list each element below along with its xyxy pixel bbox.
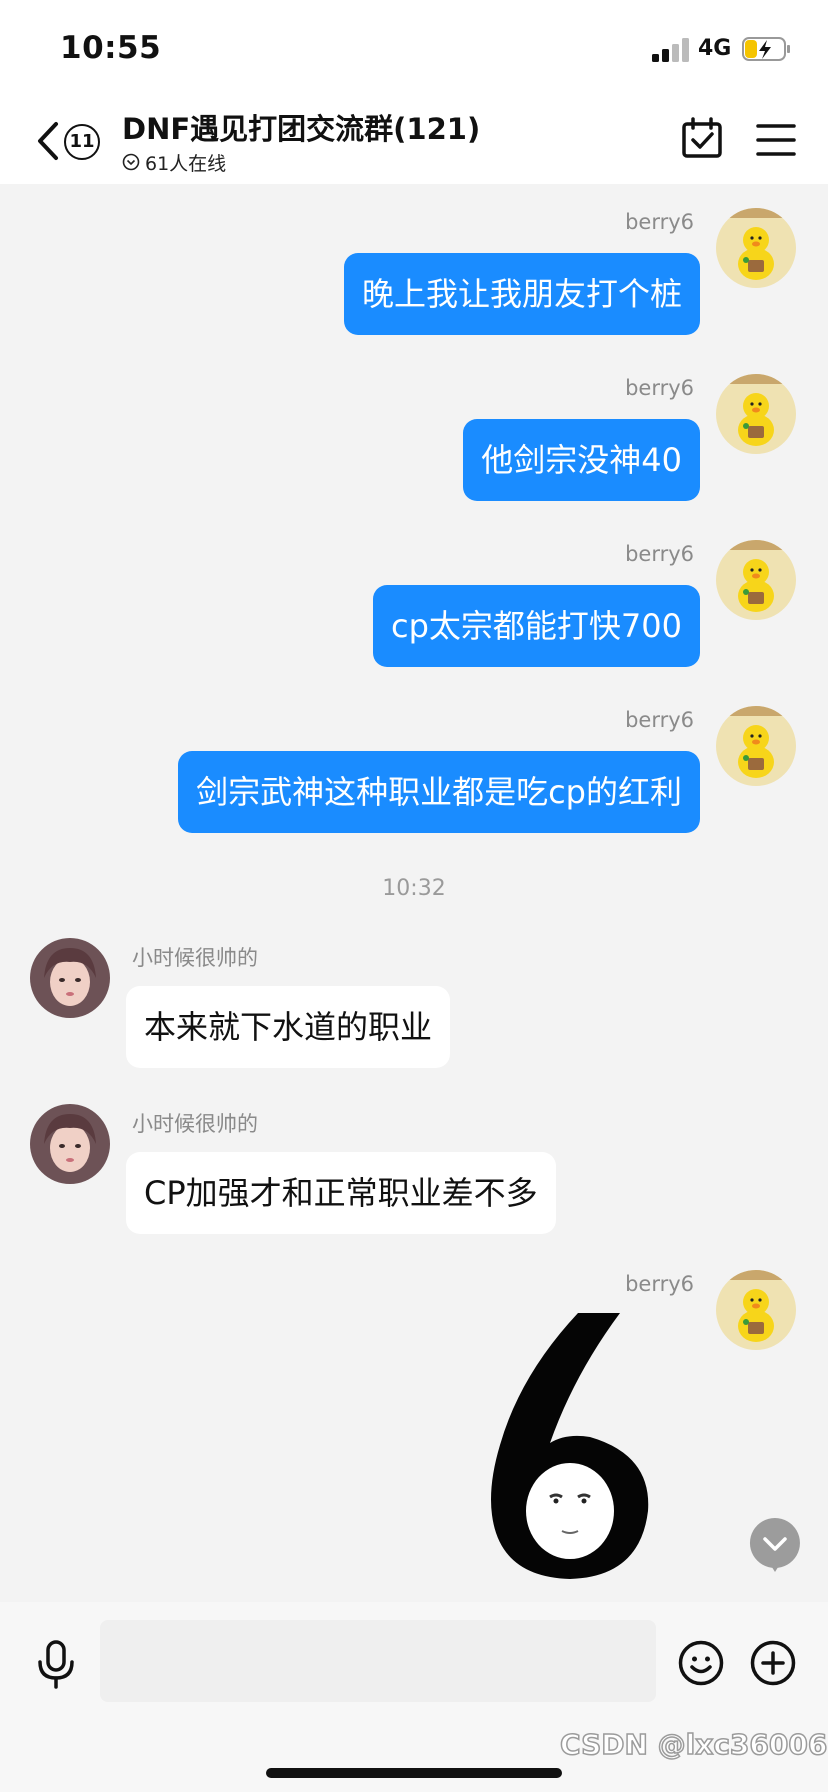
message-bubble[interactable]: 他剑宗没神40 xyxy=(463,419,700,501)
signal-icon xyxy=(652,38,692,62)
plus-icon[interactable] xyxy=(750,1640,796,1686)
chevron-down-circle-icon xyxy=(122,153,140,171)
message-bubble[interactable]: 剑宗武神这种职业都是吃cp的红利 xyxy=(178,751,700,833)
message-timestamp: 10:32 xyxy=(382,876,446,901)
input-bar: CSDN @lxc36006 xyxy=(0,1602,828,1792)
duck-avatar-icon xyxy=(716,1270,796,1350)
avatar[interactable] xyxy=(716,208,796,288)
menu-icon[interactable] xyxy=(756,122,796,158)
chat-screen: 10:55 4G 11 DNF遇见打团交流群(121) 61人在线 berry6… xyxy=(0,0,828,1792)
sender-name: berry6 xyxy=(625,376,694,400)
sender-name: 小时候很帅的 xyxy=(132,946,258,970)
message-bubble[interactable]: 晚上我让我朋友打个桩 xyxy=(343,253,700,335)
girl-avatar-icon xyxy=(30,938,110,1018)
six-sticker-image[interactable] xyxy=(470,1305,670,1585)
girl-avatar-icon xyxy=(30,1104,110,1184)
home-indicator[interactable] xyxy=(266,1768,562,1778)
avatar[interactable] xyxy=(716,374,796,454)
status-time: 10:55 xyxy=(60,30,162,66)
avatar[interactable] xyxy=(716,1270,796,1350)
duck-avatar-icon xyxy=(716,706,796,786)
sender-name: berry6 xyxy=(625,708,694,732)
avatar[interactable] xyxy=(716,540,796,620)
message-bubble[interactable]: CP加强才和正常职业差不多 xyxy=(126,1152,556,1234)
emoji-icon[interactable] xyxy=(678,1640,724,1686)
avatar[interactable] xyxy=(716,706,796,786)
online-status[interactable]: 61人在线 xyxy=(122,150,227,175)
back-icon[interactable] xyxy=(34,120,60,162)
sender-name: berry6 xyxy=(625,210,694,234)
status-bar: 10:55 4G xyxy=(0,0,828,96)
duck-avatar-icon xyxy=(716,540,796,620)
duck-avatar-icon xyxy=(716,374,796,454)
sender-name: 小时候很帅的 xyxy=(132,1112,258,1136)
online-count: 61人在线 xyxy=(145,152,227,175)
avatar[interactable] xyxy=(30,1104,110,1184)
sender-name: berry6 xyxy=(625,1272,694,1296)
sender-name: berry6 xyxy=(625,542,694,566)
mic-icon[interactable] xyxy=(36,1640,76,1690)
network-label: 4G xyxy=(698,36,732,61)
scroll-to-bottom-button[interactable] xyxy=(748,1516,802,1574)
avatar[interactable] xyxy=(30,938,110,1018)
calendar-check-icon[interactable] xyxy=(680,116,724,160)
unread-count-badge[interactable]: 11 xyxy=(64,124,100,160)
message-input[interactable] xyxy=(100,1620,656,1702)
battery-icon xyxy=(742,37,790,61)
group-title[interactable]: DNF遇见打团交流群(121) xyxy=(122,106,480,148)
chat-header: 11 DNF遇见打团交流群(121) 61人在线 xyxy=(0,96,828,184)
duck-avatar-icon xyxy=(716,208,796,288)
message-bubble[interactable]: 本来就下水道的职业 xyxy=(126,986,451,1068)
message-bubble[interactable]: cp太宗都能打快700 xyxy=(373,585,700,667)
watermark: CSDN @lxc36006 xyxy=(559,1727,828,1762)
